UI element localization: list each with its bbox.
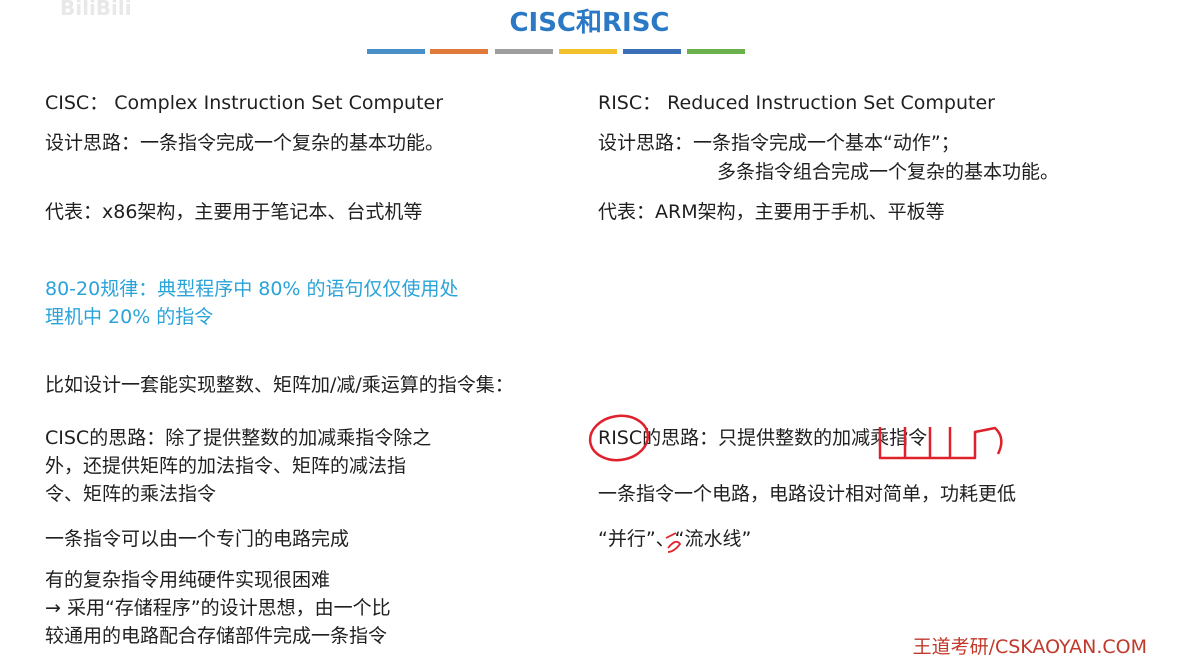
cisc-hard-line3: 较通用的电路配合存储部件完成一条指令 bbox=[45, 625, 388, 647]
color-bar bbox=[430, 49, 488, 54]
slide-title: CISC和RISC bbox=[509, 8, 670, 38]
color-bar bbox=[687, 49, 745, 54]
color-bar bbox=[367, 49, 425, 54]
cisc-example: 代表：x86架构，主要用于笔记本、台式机等 bbox=[45, 201, 423, 223]
risc-heading: RISC： Reduced Instruction Set Computer bbox=[598, 92, 995, 114]
risc-design-line1: 设计思路：一条指令完成一个基本“动作”； bbox=[598, 132, 960, 154]
example-intro: 比如设计一套能实现整数、矩阵加/减/乘运算的指令集： bbox=[45, 374, 514, 396]
cisc-idea-line3: 令、矩阵的乘法指令 bbox=[45, 483, 217, 505]
cisc-heading: CISC： Complex Instruction Set Computer bbox=[45, 92, 444, 114]
color-bar bbox=[623, 49, 681, 54]
risc-parallel: “并行”、“流水线” bbox=[598, 528, 752, 550]
cisc-circuit: 一条指令可以由一个专门的电路完成 bbox=[45, 528, 350, 550]
risc-circuit: 一条指令一个电路，电路设计相对简单，功耗更低 bbox=[598, 483, 1017, 505]
rule-8020-line1: 80-20规律：典型程序中 80% 的语句仅仅使用处 bbox=[45, 278, 459, 300]
cisc-design: 设计思路：一条指令完成一个复杂的基本功能。 bbox=[45, 132, 445, 154]
color-bar bbox=[495, 49, 553, 54]
risc-idea-line1: RISC的思路：只提供整数的加减乘指令 bbox=[598, 427, 928, 449]
color-bar bbox=[559, 49, 617, 54]
cisc-idea-line2: 外，还提供矩阵的加法指令、矩阵的减法指 bbox=[45, 455, 407, 477]
cisc-hard-line1: 有的复杂指令用纯硬件实现很困难 bbox=[45, 569, 331, 591]
risc-design-line2: 多条指令组合完成一个复杂的基本功能。 bbox=[717, 161, 1060, 183]
risc-example: 代表：ARM架构，主要用于手机、平板等 bbox=[598, 201, 945, 223]
cisc-hard-line2: → 采用“存储程序”的设计思想，由一个比 bbox=[45, 597, 391, 619]
rule-8020-line2: 理机中 20% 的指令 bbox=[45, 306, 214, 328]
cisc-idea-line1: CISC的思路：除了提供整数的加减乘指令除之 bbox=[45, 427, 432, 449]
